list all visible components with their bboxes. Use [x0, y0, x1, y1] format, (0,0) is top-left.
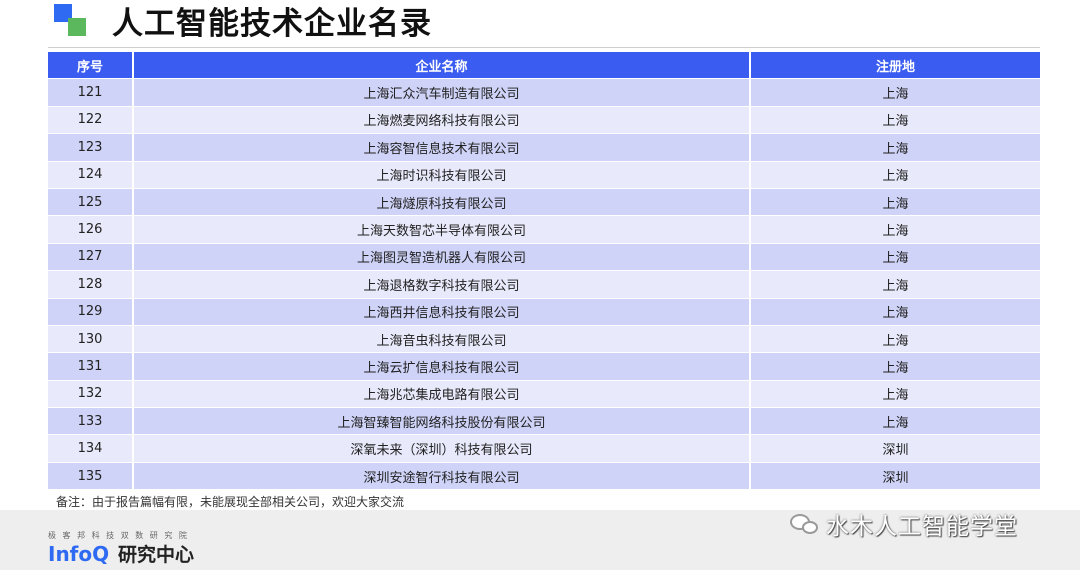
header-company: 企业名称 — [134, 52, 751, 80]
cell-location: 上海 — [751, 271, 1040, 299]
cell-location: 上海 — [751, 79, 1040, 107]
cell-company: 上海燃麦网络科技有限公司 — [134, 106, 751, 135]
table-row: 129 上海西井信息科技有限公司 上海 — [48, 298, 1040, 326]
cell-location: 上海 — [751, 408, 1040, 436]
cell-company: 上海汇众汽车制造有限公司 — [134, 79, 751, 107]
cell-company: 上海音虫科技有限公司 — [134, 325, 751, 354]
header-index: 序号 — [48, 52, 134, 80]
cell-index: 130 — [48, 325, 134, 354]
cell-company: 上海西井信息科技有限公司 — [134, 298, 751, 326]
cell-location: 上海 — [751, 134, 1040, 162]
cell-company: 上海智臻智能网络科技股份有限公司 — [134, 408, 751, 436]
cell-location: 深圳 — [751, 462, 1040, 491]
cell-company: 上海云扩信息科技有限公司 — [134, 353, 751, 381]
footer-brand: InfoQ — [48, 542, 110, 566]
cell-index: 126 — [48, 216, 134, 244]
cell-location: 上海 — [751, 106, 1040, 135]
cell-company: 上海天数智芯半导体有限公司 — [134, 216, 751, 244]
table-header-row: 序号 企业名称 注册地 — [48, 52, 1040, 80]
table-row: 131 上海云扩信息科技有限公司 上海 — [48, 353, 1040, 381]
cell-index: 127 — [48, 243, 134, 272]
table-row: 128 上海退格数字科技有限公司 上海 — [48, 271, 1040, 299]
wechat-label: 水木人工智能学堂 — [826, 514, 1018, 540]
title-divider — [48, 47, 1040, 48]
table-row: 135 深圳安途智行科技有限公司 深圳 — [48, 462, 1040, 491]
cell-company: 上海退格数字科技有限公司 — [134, 271, 751, 299]
cell-company: 深圳安途智行科技有限公司 — [134, 462, 751, 491]
cell-location: 上海 — [751, 161, 1040, 189]
table-row: 124 上海时识科技有限公司 上海 — [48, 161, 1040, 189]
cell-index: 128 — [48, 271, 134, 299]
page-title: 人工智能技术企业名录 — [112, 6, 432, 42]
cell-location: 上海 — [751, 298, 1040, 326]
wechat-icon — [790, 512, 820, 536]
cell-company: 上海容智信息技术有限公司 — [134, 134, 751, 162]
table-row: 130 上海音虫科技有限公司 上海 — [48, 325, 1040, 354]
table-row: 122 上海燃麦网络科技有限公司 上海 — [48, 106, 1040, 135]
table-row: 126 上海天数智芯半导体有限公司 上海 — [48, 216, 1040, 244]
logo-green-square — [68, 18, 86, 36]
logo-mark — [54, 4, 88, 38]
cell-location: 上海 — [751, 216, 1040, 244]
cell-index: 121 — [48, 79, 134, 107]
cell-index: 131 — [48, 353, 134, 381]
cell-index: 125 — [48, 188, 134, 217]
cell-index: 129 — [48, 298, 134, 326]
cell-location: 上海 — [751, 380, 1040, 409]
cell-company: 上海图灵智造机器人有限公司 — [134, 243, 751, 272]
cell-location: 上海 — [751, 353, 1040, 381]
table-row: 133 上海智臻智能网络科技股份有限公司 上海 — [48, 408, 1040, 436]
cell-index: 124 — [48, 161, 134, 189]
table-row: 127 上海图灵智造机器人有限公司 上海 — [48, 243, 1040, 272]
cell-company: 深氧未来（深圳）科技有限公司 — [134, 435, 751, 463]
cell-location: 上海 — [751, 243, 1040, 272]
cell-index: 135 — [48, 462, 134, 491]
cell-index: 132 — [48, 380, 134, 409]
footer-tagline: 极 客 邦 科 技 双 数 研 究 院 — [48, 531, 189, 540]
footer-brand-cn: 研究中心 — [118, 544, 195, 566]
cell-company: 上海燧原科技有限公司 — [134, 188, 751, 217]
header-location: 注册地 — [751, 52, 1040, 80]
cell-location: 深圳 — [751, 435, 1040, 463]
table-row: 125 上海燧原科技有限公司 上海 — [48, 188, 1040, 217]
footnote: 备注：由于报告篇幅有限，未能展现全部相关公司，欢迎大家交流 — [56, 495, 405, 509]
company-table: 序号 企业名称 注册地 121 上海汇众汽车制造有限公司 上海 122 上海燃麦网络科技… — [48, 52, 1040, 491]
cell-index: 122 — [48, 106, 134, 135]
wechat-watermark: 水木人工智能学堂 — [790, 507, 1018, 541]
cell-company: 上海兆芯集成电路有限公司 — [134, 380, 751, 409]
cell-company: 上海时识科技有限公司 — [134, 161, 751, 189]
cell-index: 123 — [48, 134, 134, 162]
cell-location: 上海 — [751, 325, 1040, 354]
table-row: 123 上海容智信息技术有限公司 上海 — [48, 134, 1040, 162]
cell-index: 134 — [48, 435, 134, 463]
table-row: 132 上海兆芯集成电路有限公司 上海 — [48, 380, 1040, 409]
table-row: 121 上海汇众汽车制造有限公司 上海 — [48, 79, 1040, 107]
table-row: 134 深氧未来（深圳）科技有限公司 深圳 — [48, 435, 1040, 463]
cell-index: 133 — [48, 408, 134, 436]
cell-location: 上海 — [751, 188, 1040, 217]
